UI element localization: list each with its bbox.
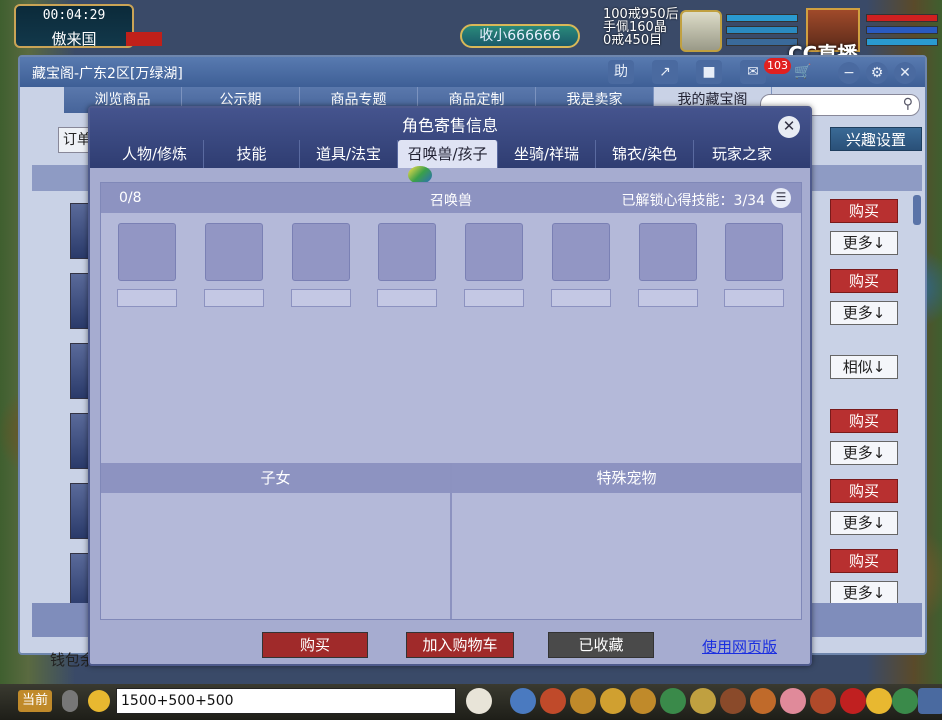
tab-character[interactable]: 人物/修炼 bbox=[106, 140, 204, 168]
hud-info-text: 100戒950后 手佩160晶 0戒450目 bbox=[603, 8, 681, 48]
section-divider bbox=[450, 463, 452, 619]
web-version-link[interactable]: 使用网页版 bbox=[702, 636, 777, 657]
tab-player-home[interactable]: 玩家之家 bbox=[694, 140, 790, 168]
activity-icon[interactable] bbox=[810, 688, 836, 714]
pet-panel: 0/8 召唤兽 已解锁心得技能：3/34 ☰ 子女 特殊宠物 bbox=[100, 182, 802, 620]
notification-badge: 103 bbox=[764, 58, 791, 74]
close-icon[interactable]: ✕ bbox=[894, 62, 916, 84]
role-sale-info-dialog: 角色寄售信息 ✕ 人物/修炼 技能 道具/法宝 召唤兽/孩子 坐骑/祥瑞 锦衣/… bbox=[88, 106, 812, 666]
dialog-title: 角色寄售信息 bbox=[401, 116, 498, 135]
clock-time: 00:04:29 bbox=[42, 8, 106, 23]
row-buy-button[interactable]: 购买 bbox=[830, 269, 898, 293]
settings-icon[interactable] bbox=[918, 688, 942, 714]
row-buy-button[interactable]: 购买 bbox=[830, 479, 898, 503]
row-more-button[interactable]: 更多↓ bbox=[830, 301, 898, 325]
pet-name-label bbox=[291, 289, 351, 307]
message-icon[interactable]: ✉ bbox=[740, 60, 766, 84]
pet-hp-bar bbox=[726, 14, 798, 22]
player-mp-bar bbox=[866, 26, 938, 34]
list-scrollbar[interactable] bbox=[913, 195, 921, 225]
buy-button[interactable]: 购买 bbox=[262, 632, 368, 658]
pet-name-label bbox=[464, 289, 524, 307]
row-buy-button[interactable]: 购买 bbox=[830, 199, 898, 223]
pet-section-header: 0/8 召唤兽 已解锁心得技能：3/34 ☰ bbox=[101, 183, 801, 213]
pet-name-label bbox=[551, 289, 611, 307]
tab-items[interactable]: 道具/法宝 bbox=[300, 140, 398, 168]
microphone-icon[interactable] bbox=[62, 690, 78, 712]
stop-icon[interactable]: ■ bbox=[696, 60, 722, 84]
row-more-button[interactable]: 更多↓ bbox=[830, 581, 898, 605]
dialog-close-icon[interactable]: ✕ bbox=[778, 116, 800, 138]
tab-outfits[interactable]: 锦衣/染色 bbox=[596, 140, 694, 168]
row-more-button[interactable]: 更多↓ bbox=[830, 511, 898, 535]
interest-settings-button[interactable]: 兴趣设置 bbox=[830, 127, 922, 151]
player-anger-bar bbox=[866, 38, 938, 46]
pet-mp-bar bbox=[726, 26, 798, 34]
player-hp-bar bbox=[866, 14, 938, 22]
minimap-clock[interactable]: 00:04:29 傲来国 bbox=[14, 4, 134, 48]
pet-slot[interactable] bbox=[552, 223, 610, 281]
menu-icon[interactable]: ☰ bbox=[771, 188, 791, 208]
peach-icon[interactable] bbox=[780, 688, 806, 714]
bag-icon[interactable] bbox=[540, 688, 566, 714]
system-icon[interactable] bbox=[892, 688, 918, 714]
faction-icon[interactable] bbox=[720, 688, 746, 714]
add-to-cart-button[interactable]: 加入购物车 bbox=[406, 632, 514, 658]
shop-title: 藏宝阁-广东2区[万绿湖] bbox=[32, 66, 183, 82]
attack-icon[interactable] bbox=[510, 688, 536, 714]
pet-helper-icon[interactable] bbox=[466, 688, 492, 714]
pet-slot[interactable] bbox=[292, 223, 350, 281]
pet-slot[interactable] bbox=[378, 223, 436, 281]
player-name-plate[interactable]: 收小666666 bbox=[460, 24, 580, 48]
scroll-icon[interactable] bbox=[690, 688, 716, 714]
gear-icon[interactable]: ⚙ bbox=[866, 62, 888, 84]
row-more-button[interactable]: 更多↓ bbox=[830, 231, 898, 255]
shop-titlebar: 藏宝阁-广东2区[万绿湖] 助 ↗ ■ ✉ 103 🛒 − ⚙ ✕ bbox=[20, 57, 925, 87]
tab-skills[interactable]: 技能 bbox=[204, 140, 300, 168]
pet-name-label bbox=[724, 289, 784, 307]
hud-info-line: 0戒450目 bbox=[603, 33, 663, 48]
chat-input[interactable]: 1500+500+500 bbox=[116, 688, 456, 714]
tab-mounts[interactable]: 坐骑/祥瑞 bbox=[498, 140, 596, 168]
row-buy-button[interactable]: 购买 bbox=[830, 409, 898, 433]
row-similar-button[interactable]: 相似↓ bbox=[830, 355, 898, 379]
pet-name-label bbox=[204, 289, 264, 307]
pet-slot[interactable] bbox=[639, 223, 697, 281]
cart-icon[interactable]: 🛒 bbox=[790, 60, 816, 84]
pet-name-label bbox=[638, 289, 698, 307]
tab-pets-children[interactable]: 召唤兽/孩子 bbox=[398, 140, 498, 168]
chat-bar: 当前 1500+500+500 bbox=[0, 684, 942, 720]
skill-unlock-status: 已解锁心得技能：3/34 bbox=[621, 193, 765, 209]
minimize-icon[interactable]: − bbox=[838, 62, 860, 84]
pet-name-label bbox=[117, 289, 177, 307]
hud-flag-icon bbox=[126, 32, 162, 46]
children-header: 子女 bbox=[101, 463, 450, 493]
skill-icon[interactable] bbox=[630, 688, 656, 714]
emoji-icon[interactable] bbox=[88, 690, 110, 712]
row-more-button[interactable]: 更多↓ bbox=[830, 441, 898, 465]
special-pets-header: 特殊宠物 bbox=[452, 463, 801, 493]
quest-icon[interactable] bbox=[660, 688, 686, 714]
pet-portrait[interactable] bbox=[680, 10, 722, 52]
search-icon: ⚲ bbox=[902, 96, 913, 112]
row-buy-button[interactable]: 购买 bbox=[830, 549, 898, 573]
chat-channel-button[interactable]: 当前 bbox=[18, 690, 52, 712]
pet-slot[interactable] bbox=[725, 223, 783, 281]
help-icon[interactable]: 助 bbox=[608, 60, 634, 84]
share-icon[interactable]: ↗ bbox=[652, 60, 678, 84]
smiley-icon[interactable] bbox=[866, 688, 892, 714]
pet-slot[interactable] bbox=[118, 223, 176, 281]
pet-slot[interactable] bbox=[205, 223, 263, 281]
map-name: 傲来国 bbox=[51, 30, 97, 48]
alert-icon[interactable] bbox=[840, 688, 866, 714]
dialog-header: 角色寄售信息 ✕ 人物/修炼 技能 道具/法宝 召唤兽/孩子 坐骑/祥瑞 锦衣/… bbox=[90, 108, 810, 168]
gift-icon[interactable] bbox=[570, 688, 596, 714]
dialog-tabs: 人物/修炼 技能 道具/法宝 召唤兽/孩子 坐骑/祥瑞 锦衣/染色 玩家之家 bbox=[106, 140, 790, 168]
pet-slot[interactable] bbox=[465, 223, 523, 281]
saved-button[interactable]: 已收藏 bbox=[548, 632, 654, 658]
pet-name-label bbox=[377, 289, 437, 307]
team-icon[interactable] bbox=[600, 688, 626, 714]
friends-icon[interactable] bbox=[750, 688, 776, 714]
